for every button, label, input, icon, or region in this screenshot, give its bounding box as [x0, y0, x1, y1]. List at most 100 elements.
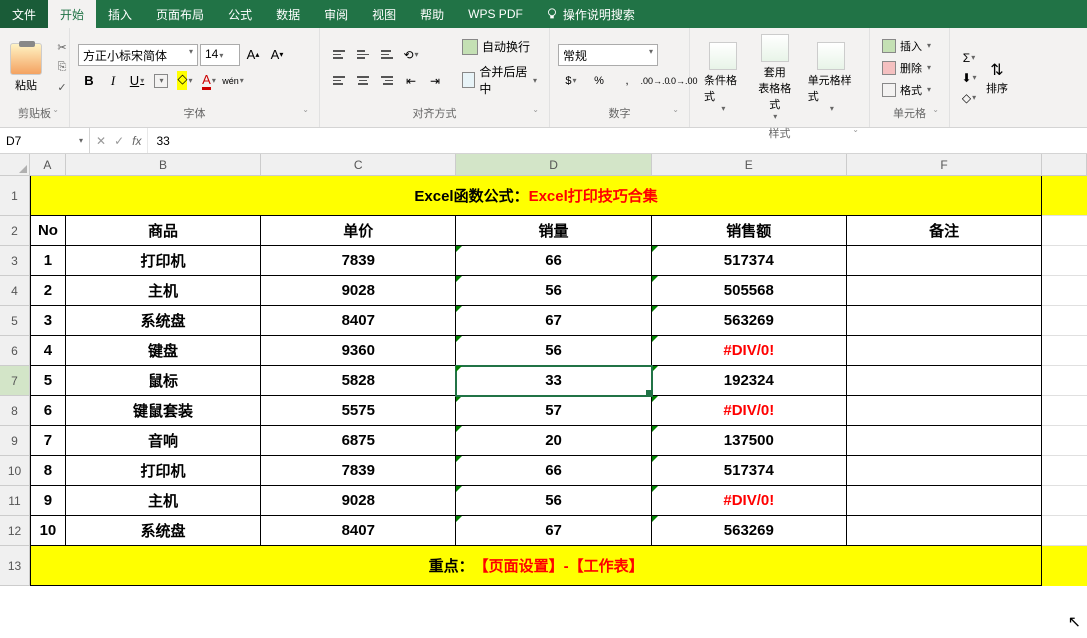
align-middle-button[interactable]: [352, 44, 374, 66]
fill-button[interactable]: ⬇▾: [958, 69, 980, 87]
cell-A5[interactable]: 3: [30, 306, 66, 336]
footer-cell[interactable]: 重点：【页面设置】-【工作表】: [30, 546, 1042, 586]
row-header-9[interactable]: 9: [0, 426, 30, 456]
tab-data[interactable]: 数据: [264, 0, 312, 28]
name-box[interactable]: D7▾: [0, 128, 90, 153]
cell-D12[interactable]: 67: [456, 516, 651, 546]
col-header-B[interactable]: B: [66, 154, 261, 176]
tab-layout[interactable]: 页面布局: [144, 0, 216, 28]
paste-button[interactable]: 粘贴: [8, 41, 44, 95]
col-header-A[interactable]: A: [30, 154, 66, 176]
cell-F6[interactable]: [847, 336, 1042, 366]
title-cell[interactable]: Excel函数公式：Excel打印技巧合集: [30, 176, 1042, 216]
header-cell-A[interactable]: No: [30, 216, 66, 246]
cell-B3[interactable]: 打印机: [66, 246, 261, 276]
align-bottom-button[interactable]: [376, 44, 398, 66]
cell-C7[interactable]: 5828: [261, 366, 456, 396]
col-header-F[interactable]: F: [847, 154, 1042, 176]
cell-A11[interactable]: 9: [30, 486, 66, 516]
cell-C8[interactable]: 5575: [261, 396, 456, 426]
border-button[interactable]: ▾: [154, 74, 168, 88]
copy-button[interactable]: ⎘: [52, 59, 72, 77]
cancel-formula-button[interactable]: ✕: [96, 134, 106, 148]
tab-insert[interactable]: 插入: [96, 0, 144, 28]
cell-B10[interactable]: 打印机: [66, 456, 261, 486]
row-header-2[interactable]: 2: [0, 216, 30, 246]
cell-B8[interactable]: 键鼠套装: [66, 396, 261, 426]
cell-A7[interactable]: 5: [30, 366, 66, 396]
accept-formula-button[interactable]: ✓: [114, 134, 124, 148]
font-color-button[interactable]: A▾: [198, 70, 220, 92]
font-name-select[interactable]: 方正小标宋简体▾: [78, 44, 198, 66]
header-cell-E[interactable]: 销售额: [652, 216, 847, 246]
cell-D7[interactable]: 33: [456, 366, 651, 396]
cell-F3[interactable]: [847, 246, 1042, 276]
increase-decimal-button[interactable]: .00→.0: [642, 70, 668, 92]
insert-cells-button[interactable]: 插入▾: [878, 36, 935, 56]
cut-button[interactable]: ✂: [52, 39, 72, 57]
cell-A12[interactable]: 10: [30, 516, 66, 546]
cell-C4[interactable]: 9028: [261, 276, 456, 306]
bold-button[interactable]: B: [78, 70, 100, 92]
cell-E10[interactable]: 517374: [652, 456, 847, 486]
cell-C6[interactable]: 9360: [261, 336, 456, 366]
cell-F4[interactable]: [847, 276, 1042, 306]
cell-C9[interactable]: 6875: [261, 426, 456, 456]
decrease-indent-button[interactable]: ⇤: [400, 70, 422, 92]
cell-D3[interactable]: 66: [456, 246, 651, 276]
cell-C10[interactable]: 7839: [261, 456, 456, 486]
row-header-8[interactable]: 8: [0, 396, 30, 426]
cell-A3[interactable]: 1: [30, 246, 66, 276]
cell-E7[interactable]: 192324: [652, 366, 847, 396]
cell-C11[interactable]: 9028: [261, 486, 456, 516]
select-all-corner[interactable]: [0, 154, 30, 176]
header-cell-B[interactable]: 商品: [66, 216, 261, 246]
row-header-10[interactable]: 10: [0, 456, 30, 486]
tab-help[interactable]: 帮助: [408, 0, 456, 28]
tab-file[interactable]: 文件: [0, 0, 48, 28]
cell-D9[interactable]: 20: [456, 426, 651, 456]
cell-F8[interactable]: [847, 396, 1042, 426]
cell-B4[interactable]: 主机: [66, 276, 261, 306]
row-header-7[interactable]: 7: [0, 366, 30, 396]
row-header-6[interactable]: 6: [0, 336, 30, 366]
cell-B7[interactable]: 鼠标: [66, 366, 261, 396]
font-size-select[interactable]: 14▾: [200, 44, 240, 66]
align-left-button[interactable]: [328, 70, 350, 92]
fill-color-button[interactable]: ◇▾: [174, 70, 196, 92]
col-header-E[interactable]: E: [652, 154, 847, 176]
cell-A4[interactable]: 2: [30, 276, 66, 306]
cell-D11[interactable]: 56: [456, 486, 651, 516]
cell-E3[interactable]: 517374: [652, 246, 847, 276]
cell-B9[interactable]: 音响: [66, 426, 261, 456]
cell-D8[interactable]: 57: [456, 396, 651, 426]
number-format-select[interactable]: 常规▾: [558, 44, 658, 66]
orientation-button[interactable]: ⟲▾: [400, 44, 422, 66]
fx-button[interactable]: fx: [132, 134, 141, 148]
cell-F10[interactable]: [847, 456, 1042, 486]
wrap-text-button[interactable]: 自动换行: [458, 36, 541, 57]
col-header-G[interactable]: [1042, 154, 1087, 176]
align-top-button[interactable]: [328, 44, 350, 66]
clear-button[interactable]: ◇▾: [958, 89, 980, 107]
cell-E4[interactable]: 505568: [652, 276, 847, 306]
increase-indent-button[interactable]: ⇥: [424, 70, 446, 92]
header-cell-F[interactable]: 备注: [847, 216, 1042, 246]
cell-D5[interactable]: 67: [456, 306, 651, 336]
row-header-13[interactable]: 13: [0, 546, 30, 586]
align-center-button[interactable]: [352, 70, 374, 92]
comma-button[interactable]: ,: [614, 70, 640, 92]
cell-E9[interactable]: 137500: [652, 426, 847, 456]
underline-button[interactable]: U▾: [126, 70, 148, 92]
row-header-11[interactable]: 11: [0, 486, 30, 516]
merge-center-button[interactable]: 合并后居中▾: [458, 61, 541, 99]
cell-B11[interactable]: 主机: [66, 486, 261, 516]
cell-E12[interactable]: 563269: [652, 516, 847, 546]
cell-F7[interactable]: [847, 366, 1042, 396]
cell-C12[interactable]: 8407: [261, 516, 456, 546]
format-cells-button[interactable]: 格式▾: [878, 80, 935, 100]
row-header-1[interactable]: 1: [0, 176, 30, 216]
format-painter-button[interactable]: ✓: [52, 79, 72, 97]
cell-D4[interactable]: 56: [456, 276, 651, 306]
delete-cells-button[interactable]: 删除▾: [878, 58, 935, 78]
